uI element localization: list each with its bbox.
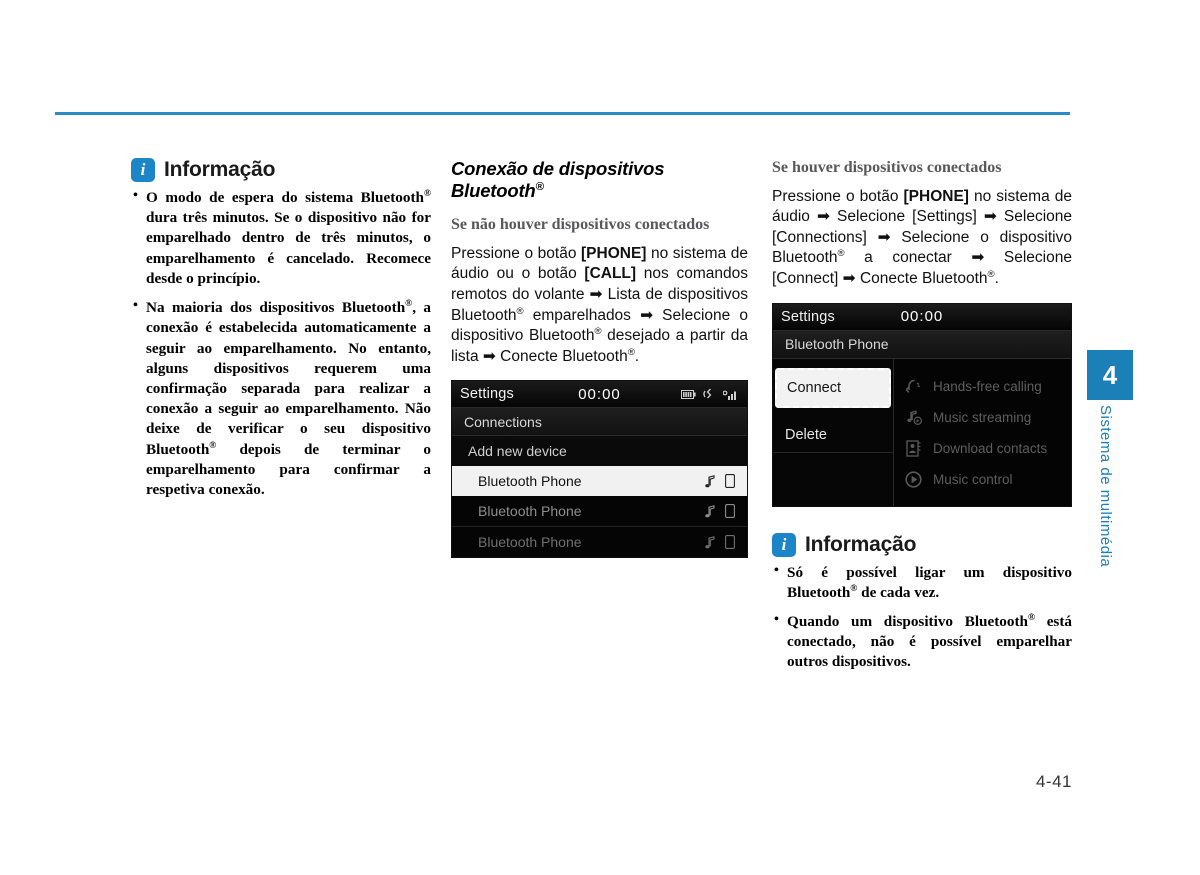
information-bullet-list: O modo de espera do sistema Bluetooth® d… [131,187,431,500]
play-icon [904,470,923,489]
table-row[interactable]: Bluetooth Phone [452,466,747,497]
list-item: Só é possível ligar um dispositivo Bluet… [772,562,1072,603]
row-icons [705,474,735,489]
list-item: Hands-free calling [904,371,1071,402]
screenshot-body: Connect Delete Hands-free calling Music … [773,358,1071,506]
header-rule [55,112,1070,115]
screenshot-status-bar: Settings 00:00 [773,303,1071,331]
table-row[interactable]: Bluetooth Phone [452,527,747,558]
chapter-number-tab: 4 [1087,350,1133,400]
music-note-icon [705,536,715,549]
list-item: Music control [904,464,1071,495]
add-new-device-row[interactable]: Add new device [452,436,747,467]
screenshot-status-bar: Settings 00:00 [452,381,747,409]
delete-menu-item[interactable]: Delete [773,418,893,453]
information-title: Informação [805,532,917,556]
list-item: O modo de espera do sistema Bluetooth® d… [131,187,431,289]
music-streaming-icon [904,408,923,427]
signal-icon [723,389,739,400]
information-title: Informação [164,158,276,181]
screenshot-status-icons [681,388,739,400]
sub-heading-no-devices: Se não houver dispositivos conectados [451,216,710,234]
info-icon: i [131,158,155,182]
screenshot-title: Settings [460,386,514,403]
device-screenshot-bluetooth-phone: Settings 00:00 Bluetooth Phone Connect D… [772,302,1072,507]
feature-label: Music control [933,471,1013,487]
feature-label: Music streaming [933,409,1032,425]
instructions-paragraph-with-devices: Pressione o botão [PHONE] no sistema de … [772,187,1072,287]
list-item: Na maioria dos dispositivos Bluetooth®, … [131,297,431,500]
row-icons [705,535,735,550]
music-note-icon [705,505,715,518]
screenshot-breadcrumb-bluetooth-phone[interactable]: Bluetooth Phone [773,330,1071,359]
phone-icon [725,474,735,489]
battery-icon [681,389,696,399]
information-box-header: i Informação [131,158,431,182]
phone-icon [725,504,735,519]
contacts-icon [904,439,923,458]
device-name: Bluetooth Phone [478,503,582,520]
bullet-text-2: Na maioria dos dispositivos Bluetooth®, … [146,299,431,499]
list-item: Download contacts [904,433,1071,464]
bluetooth-phone-icon [703,388,716,400]
connect-menu-item[interactable]: Connect [774,366,892,409]
bullet-text-1: O modo de espera do sistema Bluetooth® d… [146,188,431,287]
chapter-title-vertical: Sistema de multimédia [1097,405,1114,568]
section-heading: Conexão de dispositivos Bluetooth® [451,158,665,201]
list-item: Music streaming [904,402,1071,433]
row-icons [705,504,735,519]
device-screenshot-connections: Settings 00:00 Connections Add new devic… [451,380,748,559]
screenshot-breadcrumb-connections[interactable]: Connections [452,408,747,437]
device-name: Bluetooth Phone [478,534,582,551]
bullet-text-2: Quando um dispositivo Bluetooth® está co… [787,612,1072,671]
right-column: Se houver dispositivos conectados Pressi… [772,158,1072,673]
screenshot-title: Settings [781,308,835,325]
information-box-header: i Informação [772,532,1072,557]
bullet-text-1: Só é possível ligar um dispositivo Bluet… [787,563,1072,601]
list-item: Quando um dispositivo Bluetooth® está co… [772,611,1072,673]
information-bullet-list: Só é possível ligar um dispositivo Bluet… [772,562,1072,673]
music-note-icon [705,475,715,488]
page-number: 4-41 [1035,772,1072,791]
handsfree-call-icon [904,377,923,396]
device-name: Bluetooth Phone [478,473,582,490]
left-column: i Informação O modo de espera do sistema… [131,158,431,500]
instructions-paragraph-no-devices: Pressione o botão [PHONE] no sistema de … [451,244,749,365]
middle-column: Conexão de dispositivos Bluetooth® Se não… [451,158,749,559]
info-icon: i [772,532,796,557]
sub-heading-with-devices: Se houver dispositivos conectados [772,159,1002,176]
table-row[interactable]: Bluetooth Phone [452,496,747,528]
phone-icon [725,535,735,550]
feature-label: Download contacts [933,440,1048,456]
context-menu: Connect Delete [773,358,894,506]
feature-label: Hands-free calling [933,378,1042,394]
feature-list: Hands-free calling Music streaming Downl… [894,358,1071,506]
